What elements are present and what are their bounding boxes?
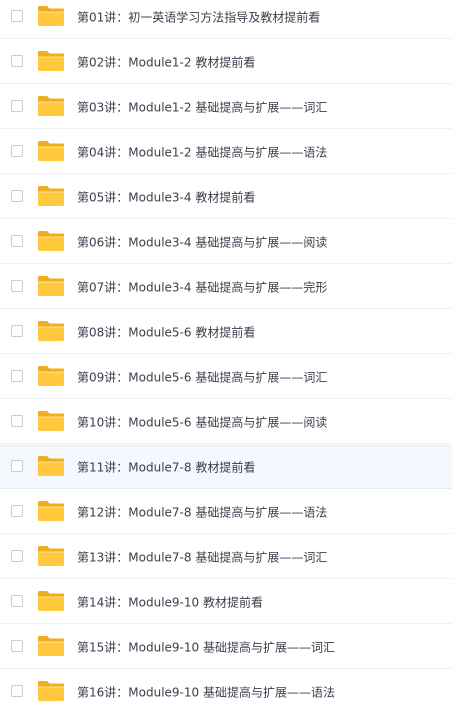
folder-icon[interactable]	[37, 680, 65, 702]
file-row[interactable]: 第12讲：Module7-8 基础提高与扩展——语法	[0, 490, 452, 534]
folder-icon[interactable]	[37, 635, 65, 657]
row-checkbox[interactable]	[11, 504, 23, 517]
file-name[interactable]: 第13讲：Module7-8 基础提高与扩展——词汇	[77, 548, 327, 565]
file-row[interactable]: 第07讲：Module3-4 基础提高与扩展——完形	[0, 265, 452, 309]
file-row[interactable]: 第03讲：Module1-2 基础提高与扩展——词汇	[0, 85, 452, 129]
file-row[interactable]: 第15讲：Module9-10 基础提高与扩展——词汇	[0, 625, 452, 669]
folder-icon[interactable]	[37, 500, 65, 522]
file-row[interactable]: 第02讲：Module1-2 教材提前看	[0, 40, 452, 84]
file-name[interactable]: 第10讲：Module5-6 基础提高与扩展——阅读	[77, 413, 327, 430]
file-row[interactable]: 第16讲：Module9-10 基础提高与扩展——语法	[0, 670, 452, 708]
file-name[interactable]: 第05讲：Module3-4 教材提前看	[77, 188, 255, 205]
folder-icon[interactable]	[37, 95, 65, 117]
file-name[interactable]: 第11讲：Module7-8 教材提前看	[77, 459, 255, 476]
row-checkbox[interactable]	[11, 594, 23, 607]
file-name[interactable]: 第09讲：Module5-6 基础提高与扩展——词汇	[77, 368, 327, 385]
file-name[interactable]: 第07讲：Module3-4 基础提高与扩展——完形	[77, 278, 327, 295]
file-row[interactable]: 第08讲：Module5-6 教材提前看	[0, 310, 452, 354]
row-checkbox[interactable]	[11, 9, 23, 22]
file-row[interactable]: 第14讲：Module9-10 教材提前看	[0, 580, 452, 624]
row-checkbox[interactable]	[11, 144, 23, 157]
file-row[interactable]: 第09讲：Module5-6 基础提高与扩展——词汇	[0, 355, 452, 399]
file-row[interactable]: 第06讲：Module3-4 基础提高与扩展——阅读	[0, 220, 452, 264]
row-checkbox[interactable]	[11, 684, 23, 697]
folder-icon[interactable]	[37, 365, 65, 387]
file-name[interactable]: 第06讲：Module3-4 基础提高与扩展——阅读	[77, 233, 327, 250]
row-checkbox[interactable]	[11, 460, 23, 472]
row-checkbox[interactable]	[11, 369, 23, 382]
file-name[interactable]: 第15讲：Module9-10 基础提高与扩展——词汇	[77, 638, 335, 655]
file-name[interactable]: 第14讲：Module9-10 教材提前看	[77, 593, 263, 610]
row-checkbox[interactable]	[11, 99, 23, 112]
file-row[interactable]: 第04讲：Module1-2 基础提高与扩展——语法	[0, 130, 452, 174]
folder-icon[interactable]	[37, 140, 65, 162]
folder-icon[interactable]	[37, 590, 65, 612]
folder-icon[interactable]	[37, 185, 65, 207]
file-name[interactable]: 第02讲：Module1-2 教材提前看	[77, 53, 255, 70]
row-checkbox[interactable]	[11, 279, 23, 292]
file-name[interactable]: 第01讲：初一英语学习方法指导及教材提前看	[77, 8, 320, 25]
row-checkbox[interactable]	[11, 639, 23, 652]
row-checkbox[interactable]	[11, 234, 23, 247]
folder-icon[interactable]	[37, 5, 65, 27]
folder-icon[interactable]	[37, 230, 65, 252]
folder-icon[interactable]	[37, 455, 65, 477]
file-name[interactable]: 第04讲：Module1-2 基础提高与扩展——语法	[77, 143, 327, 160]
folder-icon[interactable]	[37, 545, 65, 567]
folder-icon[interactable]	[37, 50, 65, 72]
folder-icon[interactable]	[37, 410, 65, 432]
folder-icon[interactable]	[37, 275, 65, 297]
row-checkbox[interactable]	[11, 414, 23, 427]
row-checkbox[interactable]	[11, 324, 23, 337]
file-row[interactable]: 第13讲：Module7-8 基础提高与扩展——词汇	[0, 535, 452, 579]
file-list: 第01讲：初一英语学习方法指导及教材提前看 第02讲：Module1-2 教材提前…	[0, 0, 452, 708]
file-name[interactable]: 第03讲：Module1-2 基础提高与扩展——词汇	[77, 98, 327, 115]
row-checkbox[interactable]	[11, 549, 23, 562]
file-row[interactable]: 第05讲：Module3-4 教材提前看	[0, 175, 452, 219]
row-checkbox[interactable]	[11, 54, 23, 67]
file-row[interactable]: 第10讲：Module5-6 基础提高与扩展——阅读	[0, 400, 452, 444]
file-name[interactable]: 第16讲：Module9-10 基础提高与扩展——语法	[77, 683, 335, 700]
file-name[interactable]: 第08讲：Module5-6 教材提前看	[77, 323, 255, 340]
row-checkbox[interactable]	[11, 189, 23, 202]
file-row[interactable]: 第01讲：初一英语学习方法指导及教材提前看	[0, 0, 452, 39]
folder-icon[interactable]	[37, 320, 65, 342]
file-name[interactable]: 第12讲：Module7-8 基础提高与扩展——语法	[77, 503, 327, 520]
file-row[interactable]: 第11讲：Module7-8 教材提前看	[0, 445, 452, 489]
